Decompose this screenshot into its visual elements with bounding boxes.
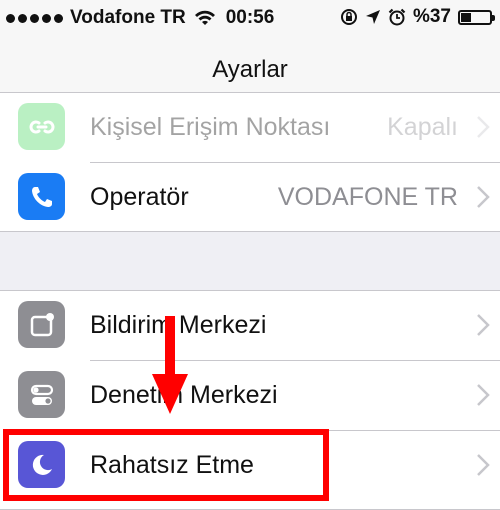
settings-row-carrier[interactable]: Operatör VODAFONE TR <box>0 163 500 233</box>
phone-icon <box>18 173 65 220</box>
battery-icon <box>458 9 495 25</box>
notification-center-icon <box>18 301 65 348</box>
battery-level <box>461 12 471 22</box>
settings-row-notifications[interactable]: Bildirim Merkezi <box>0 291 500 361</box>
rotation-lock-icon <box>340 9 357 25</box>
battery-percent: %37 <box>412 6 451 27</box>
settings-group-network: Kişisel Erişim Noktası Kapalı Operatör V… <box>0 92 500 232</box>
chevron-right-icon <box>477 314 490 336</box>
chevron-right-icon <box>477 186 490 208</box>
annotation-arrow-icon <box>152 316 188 414</box>
row-label: Kişisel Erişim Noktası <box>90 113 331 141</box>
row-value: VODAFONE TR <box>277 183 458 211</box>
annotation-highlight-box <box>3 429 329 501</box>
settings-row-control-center[interactable]: Denetim Merkezi <box>0 361 500 431</box>
row-label: Operatör <box>90 183 189 211</box>
row-value: Kapalı <box>387 113 458 141</box>
chevron-right-icon <box>477 454 490 476</box>
alarm-clock-icon <box>388 8 406 26</box>
status-bar: Vodafone TR 00:56 %37 <box>0 0 500 36</box>
page-title: Ayarlar <box>212 56 288 83</box>
chevron-right-icon <box>477 116 490 138</box>
location-arrow-icon <box>365 10 380 24</box>
settings-row-hotspot[interactable]: Kişisel Erişim Noktası Kapalı <box>0 93 500 163</box>
control-center-icon <box>18 371 65 418</box>
chevron-right-icon <box>477 384 490 406</box>
hotspot-icon <box>18 103 65 150</box>
status-right: %37 <box>340 6 495 28</box>
